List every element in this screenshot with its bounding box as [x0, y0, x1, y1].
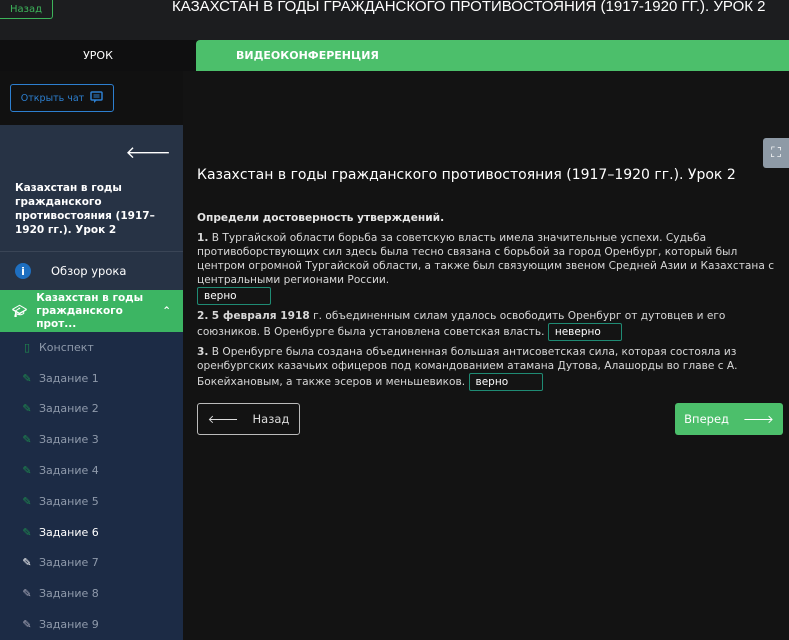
sidebar-item-notes[interactable]: ▯ Конспект [0, 332, 183, 363]
overview-label: Обзор урока [51, 264, 127, 278]
statement-date: 5 февраля 1918 [211, 310, 310, 322]
sidebar-item-task-6[interactable]: ✎ Задание 6 [0, 517, 183, 548]
edit-done-icon: ✎ [22, 433, 32, 447]
answer-select-3[interactable]: верно [468, 373, 543, 391]
edit-icon: ✎ [22, 556, 32, 570]
sidebar-item-task-3[interactable]: ✎ Задание 3 [0, 424, 183, 455]
statement-text: В Тургайской области борьба за советскую… [197, 232, 775, 286]
tab-lesson[interactable]: УРОК [0, 40, 196, 71]
arrow-left-icon: 🡐 [207, 412, 239, 426]
edit-done-icon: ✎ [22, 464, 32, 478]
sidebar-item-label: Задание 3 [39, 433, 99, 447]
statement-3: 3. В Оренбурге была создана объединенная… [197, 345, 785, 391]
open-chat-button[interactable]: Открыть чат [10, 84, 114, 112]
back-label: Назад [252, 412, 290, 426]
fullscreen-icon[interactable]: ⛶ [763, 138, 789, 168]
collapse-arrow-icon[interactable]: 🡐 [125, 143, 171, 163]
top-bar: Назад КАЗАХСТАН В ГОДЫ ГРАЖДАНСКОГО ПРОТ… [0, 0, 789, 40]
edit-done-icon: ✎ [22, 525, 32, 539]
sidebar-item-label: Задание 6 [39, 525, 99, 539]
chat-panel: Открыть чат [0, 71, 183, 125]
sidebar-item-task-8[interactable]: ✎ Задание 8 [0, 578, 183, 609]
edit-done-icon: ✎ [22, 402, 32, 416]
next-button[interactable]: Вперед 🡒 [675, 403, 783, 435]
graduation-cap-icon: 🎓︎ [12, 303, 28, 318]
question: Определи достоверность утверждений. [197, 212, 445, 224]
sidebar-item-task-4[interactable]: ✎ Задание 4 [0, 455, 183, 486]
sidebar-item-label: Задание 8 [39, 587, 99, 601]
chevron-up-icon: ⌃ [162, 304, 171, 317]
sidebar: 🡐 Казахстан в годы гражданского противос… [0, 125, 183, 640]
statement-text: В Оренбурге была создана объединенная бо… [197, 346, 738, 388]
statement-number: 1. [197, 232, 209, 244]
statement-number: 3. [197, 346, 209, 358]
sidebar-item-task-5[interactable]: ✎ Задание 5 [0, 486, 183, 517]
sidebar-item-task-1[interactable]: ✎ Задание 1 [0, 363, 183, 394]
statement-number: 2. [197, 310, 209, 322]
edit-done-icon: ✎ [22, 494, 32, 508]
statement-2: 2. 5 февраля 1918 г. объединенным силам … [197, 309, 785, 341]
lesson-title: Казахстан в годы гражданского противосто… [197, 167, 736, 183]
answer-select-2[interactable]: неверно [547, 323, 622, 341]
edit-icon: ✎ [22, 587, 32, 601]
page-title: КАЗАХСТАН В ГОДЫ ГРАЖДАНСКОГО ПРОТИВОСТО… [172, 0, 766, 15]
edit-done-icon: ✎ [22, 371, 32, 385]
sidebar-header: 🡐 Казахстан в годы гражданского противос… [0, 125, 183, 252]
sidebar-item-label: Задание 7 [39, 556, 99, 570]
sidebar-item-task-7[interactable]: ✎ Задание 7 [0, 548, 183, 579]
book-icon: ▯ [23, 340, 31, 354]
sidebar-title: Казахстан в годы гражданского противосто… [15, 182, 155, 236]
sidebar-item-label: Задание 2 [39, 402, 99, 416]
sidebar-item-label: Задание 9 [39, 618, 99, 632]
answer-select-1[interactable]: верно [197, 287, 271, 305]
sidebar-item-label: Задание 5 [39, 494, 99, 508]
header-back-button[interactable]: Назад [0, 0, 53, 19]
next-label: Вперед [684, 412, 729, 426]
sidebar-section-active[interactable]: 🎓︎ Казахстан в годы гражданского прот...… [0, 290, 183, 332]
back-button[interactable]: 🡐 Назад [197, 403, 300, 435]
arrow-right-icon: 🡒 [742, 412, 774, 426]
open-chat-label: Открыть чат [20, 92, 85, 104]
tab-videoconference[interactable]: ВИДЕОКОНФЕРЕНЦИЯ [196, 40, 789, 71]
chat-icon [90, 90, 103, 106]
section-label: Казахстан в годы гражданского прот... [36, 291, 144, 330]
statement-1: 1. В Тургайской области борьба за советс… [197, 231, 785, 305]
sidebar-item-label: Задание 1 [39, 371, 99, 385]
sidebar-item-task-2[interactable]: ✎ Задание 2 [0, 394, 183, 425]
sidebar-item-label: Конспект [39, 340, 94, 354]
sidebar-item-task-9[interactable]: ✎ Задание 9 [0, 609, 183, 640]
sidebar-item-overview[interactable]: i Обзор урока [0, 252, 183, 290]
tab-bar: УРОК ВИДЕОКОНФЕРЕНЦИЯ [0, 40, 789, 71]
sidebar-item-label: Задание 4 [39, 464, 99, 478]
info-icon: i [15, 263, 31, 279]
edit-icon: ✎ [22, 618, 32, 632]
task-content: Определи достоверность утверждений. 1. В… [197, 211, 785, 395]
